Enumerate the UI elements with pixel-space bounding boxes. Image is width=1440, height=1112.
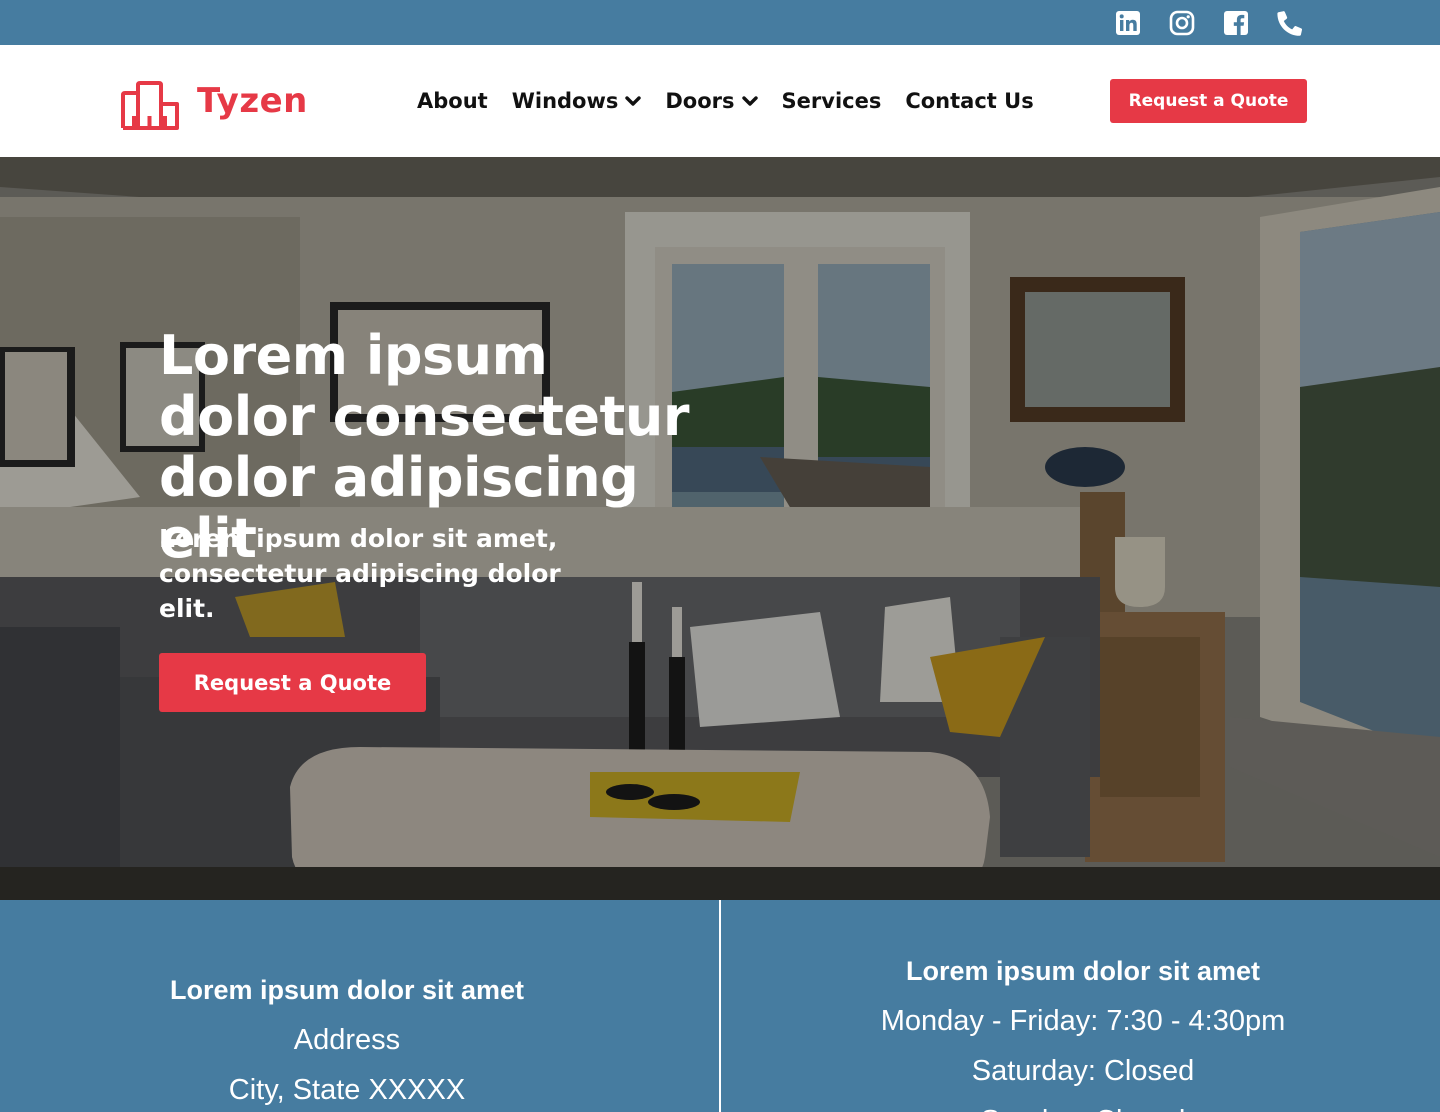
chevron-down-icon xyxy=(741,95,758,106)
nav-contact-label: Contact Us xyxy=(905,89,1034,113)
nav-services-label: Services xyxy=(781,89,882,113)
linkedin-icon[interactable] xyxy=(1114,9,1141,36)
chevron-down-icon xyxy=(625,95,642,106)
nav-contact-us[interactable]: Contact Us xyxy=(905,89,1033,113)
address-title: Lorem ipsum dolor sit amet xyxy=(169,975,525,1005)
nav-doors[interactable]: Doors xyxy=(665,89,758,113)
nav-windows[interactable]: Windows xyxy=(512,89,642,113)
address-block: Lorem ipsum dolor sit amet Address City,… xyxy=(0,970,694,1112)
hours-block: Lorem ipsum dolor sit amet Monday - Frid… xyxy=(721,951,1440,1112)
brand-name: Tyzen xyxy=(197,81,308,121)
header-request-quote-button[interactable]: Request a Quote xyxy=(1110,79,1307,123)
address-line: Address xyxy=(293,1024,401,1056)
info-band: Lorem ipsum dolor sit amet Address City,… xyxy=(0,900,1440,1112)
nav-about-label: About xyxy=(417,89,488,113)
facebook-icon[interactable] xyxy=(1222,9,1249,36)
nav-about[interactable]: About xyxy=(417,89,488,113)
hours-sunday: Sunday: Closed xyxy=(721,1096,1440,1112)
hours-title: Lorem ipsum dolor sit amet xyxy=(905,956,1261,986)
hero-section: Lorem ipsum dolor consectetur dolor adip… xyxy=(0,157,1440,900)
bar-chart-logo-icon xyxy=(121,81,179,130)
nav-windows-label: Windows xyxy=(511,89,619,113)
hero-subtitle: Lorem ipsum dolor sit amet, consectetur … xyxy=(159,524,561,623)
brand-logo[interactable]: Tyzen xyxy=(120,71,308,131)
hours-saturday: Saturday: Closed xyxy=(971,1055,1195,1087)
main-nav: About Windows Doors Services Contact Us xyxy=(417,85,1034,117)
phone-icon[interactable] xyxy=(1276,9,1303,36)
site-header: Tyzen About Windows Doors Services Conta… xyxy=(0,45,1440,157)
city-state-line: City, State XXXXX xyxy=(228,1074,466,1106)
nav-doors-label: Doors xyxy=(665,89,735,113)
hero-request-quote-button[interactable]: Request a Quote xyxy=(159,653,426,712)
hours-weekday: Monday - Friday: 7:30 - 4:30pm xyxy=(880,1005,1286,1037)
nav-services[interactable]: Services xyxy=(782,89,882,113)
instagram-icon[interactable] xyxy=(1168,9,1195,36)
social-bar xyxy=(0,0,1440,45)
